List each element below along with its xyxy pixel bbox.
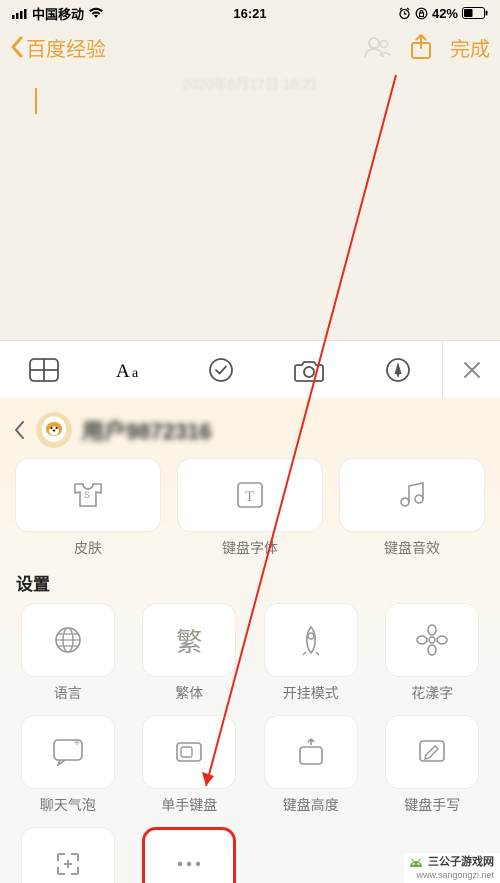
tile-keyboard-handwrite[interactable]: 键盘手写 xyxy=(379,715,487,815)
note-editor[interactable]: 2020年6月17日 16:21 xyxy=(0,68,500,340)
tile-keyboard-font[interactable]: T 键盘字体 xyxy=(176,458,324,558)
camera-button[interactable] xyxy=(265,358,353,382)
tile-label: 语言 xyxy=(54,683,82,703)
editor-date: 2020年6月17日 16:21 xyxy=(182,74,317,94)
tile-onehand-keyboard[interactable]: 单手键盘 xyxy=(136,715,244,815)
tile-language[interactable]: 语言 xyxy=(14,603,122,703)
tile-label: 花漾字 xyxy=(411,683,453,703)
alarm-icon xyxy=(398,7,411,20)
svg-text:a: a xyxy=(132,366,139,381)
tile-label: 键盘手写 xyxy=(404,795,460,815)
tile-more-settings[interactable]: 更多设置 xyxy=(136,827,244,883)
tile-skin[interactable]: S 皮肤 xyxy=(14,458,162,558)
svg-text:+: + xyxy=(74,738,80,749)
signal-icon xyxy=(12,8,28,19)
text-format-button[interactable]: Aa xyxy=(88,359,176,381)
format-toolbar: Aa xyxy=(0,340,500,398)
table-button[interactable] xyxy=(0,358,88,382)
tile-fancy-text[interactable]: 花漾字 xyxy=(379,603,487,703)
markup-button[interactable] xyxy=(354,357,442,383)
tile-label: 单手键盘 xyxy=(161,795,217,815)
keyboard-settings-panel: 用户9872316 S 皮肤 T 键盘字体 键盘音效 设置 语言 繁繁体 开挂模… xyxy=(0,398,500,883)
status-right: 42% xyxy=(398,6,488,21)
battery-icon xyxy=(462,7,488,19)
status-left: 中国移动 xyxy=(12,4,104,23)
tile-gaming-mode[interactable]: 开挂模式 xyxy=(257,603,365,703)
svg-text:T: T xyxy=(245,489,254,505)
back-label: 百度经验 xyxy=(26,33,106,62)
nav-bar: 百度经验 完成 xyxy=(0,26,500,68)
svg-text:S: S xyxy=(84,490,90,500)
ellipsis-icon xyxy=(175,860,203,868)
svg-text:A: A xyxy=(116,361,130,381)
panel-back-button[interactable] xyxy=(14,420,26,440)
chevron-left-icon xyxy=(10,36,24,58)
appearance-row: S 皮肤 T 键盘字体 键盘音效 xyxy=(14,458,486,558)
watermark-name: 三公子游戏网 xyxy=(428,856,494,869)
tile-label: 键盘字体 xyxy=(222,538,278,558)
lock-icon xyxy=(415,7,428,20)
tile-label: 键盘音效 xyxy=(384,538,440,558)
wifi-icon xyxy=(88,7,104,19)
back-button[interactable]: 百度经验 xyxy=(10,33,364,62)
close-keyboard-button[interactable] xyxy=(442,341,500,398)
watermark: 三公子游戏网 www.sangongzi.net xyxy=(404,853,500,883)
tile-label: 繁体 xyxy=(175,683,203,703)
text-caret xyxy=(35,88,37,114)
tile-traditional[interactable]: 繁繁体 xyxy=(136,603,244,703)
collaborator-icon[interactable] xyxy=(364,36,392,58)
status-bar: 中国移动 16:21 42% xyxy=(0,0,500,26)
tile-keyboard-sound[interactable]: 键盘音效 xyxy=(338,458,486,558)
more-settings-highlight xyxy=(142,827,236,883)
share-icon[interactable] xyxy=(410,34,432,60)
carrier-label: 中国移动 xyxy=(32,4,84,23)
settings-section-title: 设置 xyxy=(16,570,484,595)
status-time: 16:21 xyxy=(233,6,266,21)
tile-chat-bubble[interactable]: + 聊天气泡 xyxy=(14,715,122,815)
battery-percent: 42% xyxy=(432,6,458,21)
panel-header: 用户9872316 xyxy=(14,398,486,458)
settings-grid-1: 语言 繁繁体 开挂模式 花漾字 xyxy=(14,603,486,703)
tile-label: 键盘高度 xyxy=(283,795,339,815)
done-button[interactable]: 完成 xyxy=(450,33,490,62)
avatar[interactable] xyxy=(36,412,72,448)
android-icon xyxy=(408,856,424,870)
settings-grid-2: + 聊天气泡 单手键盘 键盘高度 键盘手写 xyxy=(14,715,486,815)
checklist-button[interactable] xyxy=(177,357,265,383)
tile-label: 开挂模式 xyxy=(283,683,339,703)
username-label: 用户9872316 xyxy=(82,414,212,446)
tile-custom-toolbar[interactable]: 定制工具栏 xyxy=(14,827,122,883)
watermark-url: www.sangongzi.net xyxy=(416,870,494,880)
tile-label: 聊天气泡 xyxy=(40,795,96,815)
tile-keyboard-height[interactable]: 键盘高度 xyxy=(257,715,365,815)
tile-label: 皮肤 xyxy=(74,538,102,558)
